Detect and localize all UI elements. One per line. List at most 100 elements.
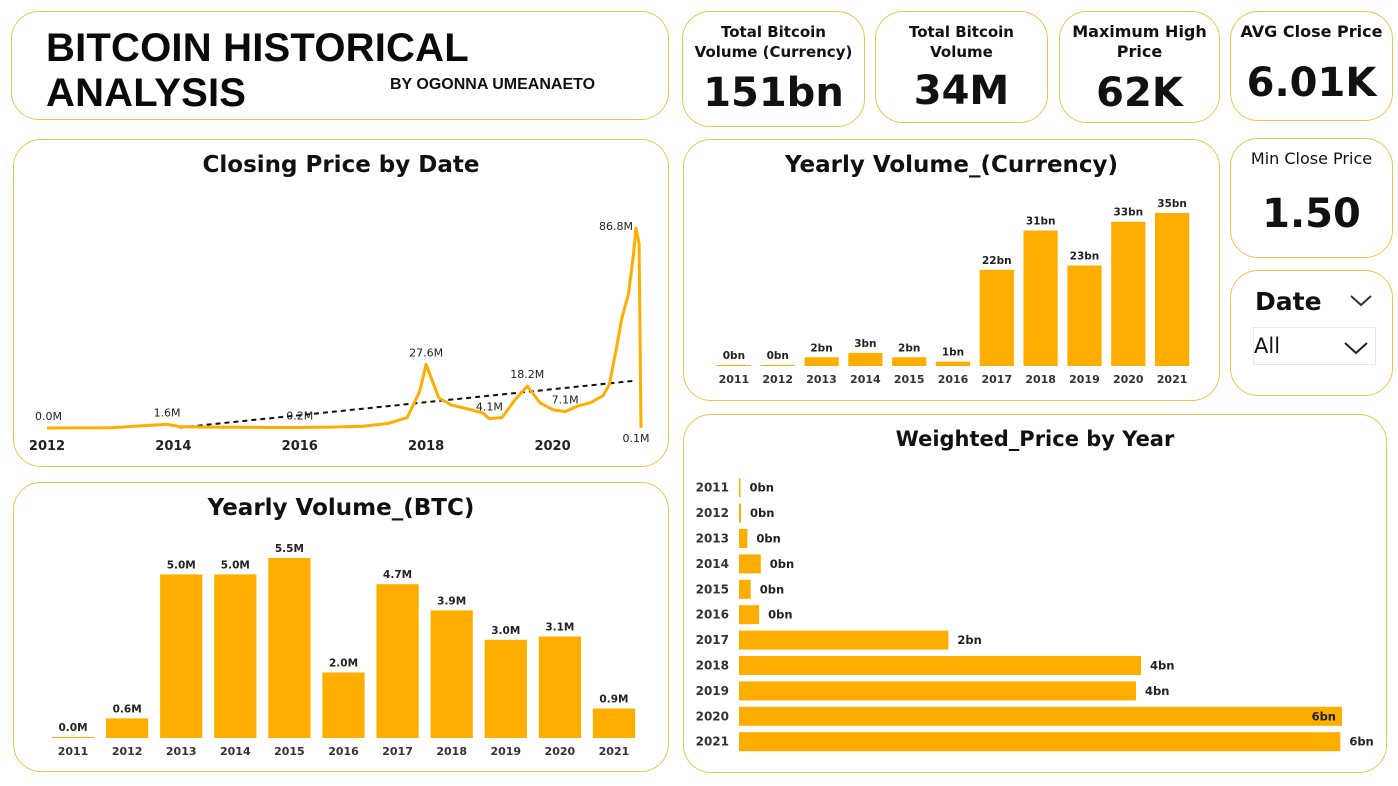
- bar-value-label: 3.0M: [491, 625, 520, 637]
- x-tick-label: 2014: [155, 439, 191, 454]
- bar-value-label: 3bn: [854, 338, 876, 350]
- chevron-down-icon: [1344, 342, 1368, 355]
- bar-value-label: 0bn: [768, 608, 792, 622]
- bar-value-label: 2.0M: [329, 658, 358, 670]
- x-tick-label: 2020: [545, 745, 576, 758]
- weighted-price-card: Weighted_Price by Year 2011 0bn 2012 0bn 201…: [683, 414, 1387, 773]
- date-slicer: Date All: [1230, 270, 1393, 396]
- kpi-title-line1: Total Bitcoin: [721, 23, 826, 41]
- bar: [739, 478, 741, 498]
- data-label: 7.1M: [552, 394, 579, 407]
- date-dropdown[interactable]: All: [1253, 327, 1376, 365]
- bar: [804, 357, 839, 366]
- x-tick-label: 2018: [436, 745, 467, 758]
- bar-value-label: 4bn: [1150, 659, 1174, 673]
- x-tick-label: 2014: [850, 373, 881, 386]
- y-tick-label: 2020: [696, 709, 729, 723]
- bar-value-label: 0.6M: [113, 703, 142, 715]
- slicer-label: Date: [1255, 287, 1322, 316]
- volume-btc-chart: 0.0M 2011 0.6M 2012 5.0M 2013 5.0M 2014 5.5M 2015…: [52, 543, 636, 758]
- bar: [160, 574, 203, 738]
- bar: [52, 737, 95, 738]
- x-tick-label: 2013: [806, 373, 837, 386]
- kpi-title-line2: Volume (Currency): [694, 43, 853, 61]
- bar-value-label: 4.7M: [383, 569, 412, 581]
- y-tick-label: 2018: [696, 659, 729, 673]
- x-tick-label: 2017: [982, 373, 1013, 386]
- bar: [739, 503, 741, 523]
- bar: [106, 718, 149, 738]
- bar-value-label: 0bn: [767, 350, 789, 362]
- bar-value-label: 2bn: [957, 633, 981, 647]
- data-label: 0.0M: [35, 410, 62, 423]
- bar-value-label: 0bn: [760, 582, 784, 596]
- bar: [739, 554, 761, 574]
- kpi-avg-close: AVG Close Price 6.01K: [1230, 11, 1393, 121]
- bar: [739, 529, 748, 548]
- y-tick-label: 2017: [696, 633, 729, 647]
- data-label: 86.8M: [599, 220, 633, 233]
- bar-value-label: 0bn: [770, 557, 794, 571]
- kpi-total-volume: Total Bitcoin Volume 34M: [875, 11, 1048, 123]
- kpi-value: 151bn: [703, 70, 844, 116]
- bar: [322, 672, 365, 738]
- kpi-title: AVG Close Price: [1240, 22, 1383, 41]
- y-tick-label: 2011: [696, 481, 729, 495]
- bar: [484, 639, 527, 738]
- bar-value-label: 1bn: [942, 347, 964, 359]
- bar-value-label: 5.0M: [167, 559, 196, 571]
- y-tick-label: 2015: [696, 582, 729, 596]
- y-tick-label: 2012: [696, 506, 729, 520]
- dropdown-selected-value: All: [1254, 334, 1281, 358]
- x-tick-label: 2011: [58, 745, 89, 758]
- header-card: BITCOIN HISTORICAL ANALYSIS BY OGONNA UM…: [11, 11, 669, 120]
- bar: [760, 365, 795, 366]
- bar: [1023, 230, 1058, 366]
- data-label: 18.2M: [510, 368, 544, 381]
- data-label: 1.6M: [154, 406, 181, 419]
- bar-value-label: 33bn: [1113, 207, 1143, 219]
- bar-value-label: 0.0M: [59, 722, 88, 734]
- x-tick-label: 2015: [894, 373, 925, 386]
- bar: [214, 574, 257, 738]
- x-tick-label: 2012: [112, 745, 143, 758]
- bar: [739, 656, 1141, 675]
- closing-price-card: Closing Price by Date 2012 2014 2016 2018 20…: [13, 139, 669, 467]
- chevron-down-icon[interactable]: [1349, 294, 1373, 308]
- bar-value-label: 23bn: [1070, 250, 1100, 262]
- x-tick-label: 2021: [1157, 373, 1188, 386]
- bar-value-label: 0bn: [756, 532, 780, 546]
- kpi-total-volume-currency: Total Bitcoin Volume (Currency) 151bn: [682, 11, 865, 127]
- bar: [739, 630, 949, 650]
- x-tick-label: 2018: [408, 439, 444, 454]
- y-tick-label: 2019: [696, 684, 729, 698]
- bar: [739, 579, 751, 599]
- x-tick-label: 2016: [282, 439, 318, 454]
- bar-value-label: 0bn: [750, 506, 774, 520]
- bar-value-label: 2bn: [898, 342, 920, 354]
- weighted-price-chart: 2011 0bn 2012 0bn 2013 0bn 2014 0bn 2015 0bn 2016 0…: [696, 478, 1374, 752]
- kpi-title: Min Close Price: [1250, 149, 1373, 168]
- kpi-value: 1.50: [1262, 191, 1361, 237]
- x-tick-label: 2020: [1113, 373, 1144, 386]
- bar-value-label: 3.1M: [545, 622, 574, 634]
- bar-value-label: 0bn: [750, 481, 774, 495]
- closing-price-chart: 2012 2014 2016 2018 2020 0.0M 1.6M 0.2M 27.6M 4.1…: [29, 220, 650, 454]
- bar-value-label: 4bn: [1145, 684, 1169, 698]
- bar: [376, 584, 419, 738]
- bar: [739, 732, 1341, 752]
- y-tick-label: 2016: [696, 608, 729, 622]
- y-tick-label: 2021: [696, 735, 729, 749]
- bar: [892, 357, 927, 366]
- bar-value-label: 5.5M: [275, 543, 304, 555]
- data-label: 4.1M: [476, 401, 503, 414]
- volume-currency-card: Yearly Volume_(Currency) 0bn 2011 0bn 2012 2…: [683, 139, 1220, 401]
- kpi-title-line1: Maximum High: [1072, 22, 1207, 41]
- volume-btc-card: Yearly Volume_(BTC) 0.0M 2011 0.6M 2012 5.0M…: [13, 482, 669, 772]
- x-tick-label: 2019: [1069, 373, 1100, 386]
- bar-value-label: 3.9M: [437, 595, 466, 607]
- bar: [979, 269, 1014, 366]
- bar: [538, 636, 581, 738]
- volume-currency-chart: 0bn 2011 0bn 2012 2bn 2013 3bn 2014 2bn 2015 1bn 20…: [716, 198, 1190, 386]
- kpi-title-line2: Price: [1116, 42, 1163, 61]
